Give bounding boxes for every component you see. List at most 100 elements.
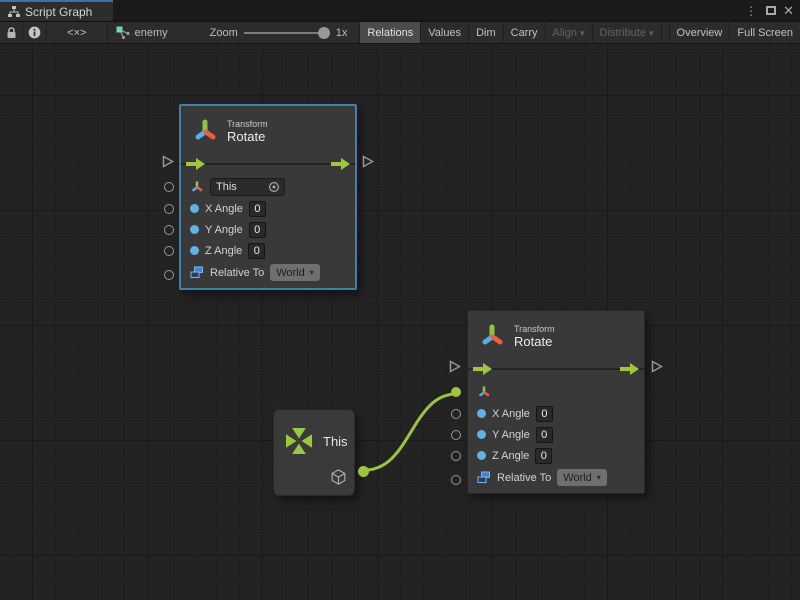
transform-icon — [191, 117, 219, 145]
carry-button[interactable]: Carry — [503, 22, 545, 43]
z-angle-port[interactable] — [164, 246, 174, 256]
fullscreen-button[interactable]: Full Screen — [729, 22, 800, 43]
relative-to-dropdown[interactable]: World ▾ — [270, 264, 320, 281]
relative-to-port[interactable] — [164, 270, 174, 280]
info-icon — [28, 26, 41, 39]
tab-bar: Script Graph ⋮ ✕ — [0, 0, 800, 22]
chevron-down-icon: ▾ — [597, 473, 601, 482]
code-preview-icon: <×> — [67, 27, 86, 39]
graph-name: enemy — [135, 27, 168, 39]
node-header[interactable]: Transform Rotate — [181, 106, 355, 152]
zoom-slider-track — [244, 32, 330, 34]
target-input-port-connected[interactable] — [451, 387, 461, 397]
x-angle-value[interactable]: 0 — [249, 201, 266, 217]
toolbar-spacer — [661, 22, 669, 43]
y-angle-port[interactable] — [451, 430, 461, 440]
float-port-icon — [190, 225, 199, 234]
chevron-down-icon: ▾ — [310, 268, 314, 277]
connection-wire — [365, 394, 456, 470]
z-angle-row: Z Angle 0 — [181, 240, 355, 261]
graph-breadcrumb[interactable]: enemy — [108, 22, 178, 43]
z-angle-row: Z Angle 0 — [468, 445, 644, 466]
this-node-label: This — [323, 434, 348, 449]
flow-line — [181, 163, 355, 165]
z-angle-value[interactable]: 0 — [248, 243, 265, 259]
this-output-port[interactable] — [358, 466, 369, 477]
window-menu-icon[interactable]: ⋮ — [743, 5, 759, 17]
overview-button[interactable]: Overview — [669, 22, 730, 43]
target-row: This — [181, 176, 355, 198]
relative-to-dropdown[interactable]: World ▾ — [557, 469, 607, 486]
graph-toolbar: <×> enemy Zoom 1x Relations Values Dim C… — [0, 22, 800, 44]
enum-icon — [190, 266, 204, 279]
y-angle-port[interactable] — [164, 225, 174, 235]
relations-button[interactable]: Relations — [359, 22, 420, 43]
y-angle-row: Y Angle 0 — [181, 219, 355, 240]
transform-icon — [478, 322, 506, 350]
y-angle-value[interactable]: 0 — [249, 222, 266, 238]
this-node[interactable]: This — [273, 409, 355, 496]
connection-wire-layer — [0, 44, 800, 600]
float-port-icon — [190, 246, 199, 255]
z-angle-port[interactable] — [451, 451, 461, 461]
zoom-label: Zoom — [210, 27, 238, 39]
lock-icon — [6, 27, 17, 39]
object-picker-icon[interactable] — [268, 181, 280, 193]
code-preview-button[interactable]: <×> — [47, 22, 108, 43]
rotate-node-2[interactable]: Transform Rotate X Angle 0 — [467, 310, 645, 494]
relative-to-port[interactable] — [451, 475, 461, 485]
flow-input-port[interactable] — [162, 155, 174, 168]
graph-canvas[interactable]: Transform Rotate This — [0, 44, 800, 600]
this-arrows-icon — [282, 424, 316, 458]
chevron-down-icon: ▾ — [649, 28, 654, 39]
zoom-slider[interactable] — [244, 26, 330, 40]
relative-to-label: Relative To — [497, 472, 551, 484]
gameobject-cube-icon — [330, 468, 347, 486]
close-icon[interactable]: ✕ — [783, 4, 794, 17]
flow-in-arrow-icon — [186, 158, 205, 170]
rotate-node-1[interactable]: Transform Rotate This — [179, 104, 357, 290]
target-input-port[interactable] — [164, 182, 174, 192]
flow-input-port[interactable] — [449, 360, 461, 373]
x-angle-value[interactable]: 0 — [536, 406, 553, 422]
node-category: Transform — [227, 119, 268, 129]
relative-to-row: Relative To World ▾ — [468, 466, 644, 493]
flow-row — [468, 357, 644, 381]
y-angle-value[interactable]: 0 — [536, 427, 553, 443]
values-button[interactable]: Values — [420, 22, 468, 43]
x-angle-port[interactable] — [164, 204, 174, 214]
node-category: Transform — [514, 324, 555, 334]
tab-script-graph[interactable]: Script Graph — [0, 0, 113, 21]
maximize-icon[interactable] — [766, 6, 776, 15]
graph-asset-icon — [116, 26, 130, 39]
z-angle-value[interactable]: 0 — [535, 448, 552, 464]
flow-output-port[interactable] — [362, 155, 374, 168]
target-object-field[interactable]: This — [210, 178, 285, 196]
node-header[interactable]: Transform Rotate — [468, 311, 644, 357]
float-port-icon — [477, 430, 486, 439]
flow-in-arrow-icon — [473, 363, 492, 375]
relative-to-row: Relative To World ▾ — [181, 261, 355, 288]
target-row — [468, 381, 644, 403]
y-angle-label: Y Angle — [492, 429, 530, 441]
flow-line — [468, 368, 644, 370]
zoom-slider-handle[interactable] — [318, 27, 330, 39]
flow-output-port[interactable] — [651, 360, 663, 373]
x-angle-row: X Angle 0 — [468, 403, 644, 424]
y-angle-row: Y Angle 0 — [468, 424, 644, 445]
enum-icon — [477, 471, 491, 484]
float-port-icon — [477, 409, 486, 418]
dim-button[interactable]: Dim — [468, 22, 503, 43]
x-angle-port[interactable] — [451, 409, 461, 419]
node-title: Rotate — [227, 129, 268, 144]
z-angle-label: Z Angle — [205, 245, 242, 257]
transform-small-icon — [477, 385, 491, 399]
float-port-icon — [477, 451, 486, 460]
y-angle-label: Y Angle — [205, 224, 243, 236]
chevron-down-icon: ▾ — [580, 28, 585, 39]
relative-to-label: Relative To — [210, 267, 264, 279]
tab-title: Script Graph — [25, 5, 92, 19]
lock-button[interactable] — [0, 22, 23, 43]
x-angle-row: X Angle 0 — [181, 198, 355, 219]
info-button[interactable] — [23, 22, 47, 43]
